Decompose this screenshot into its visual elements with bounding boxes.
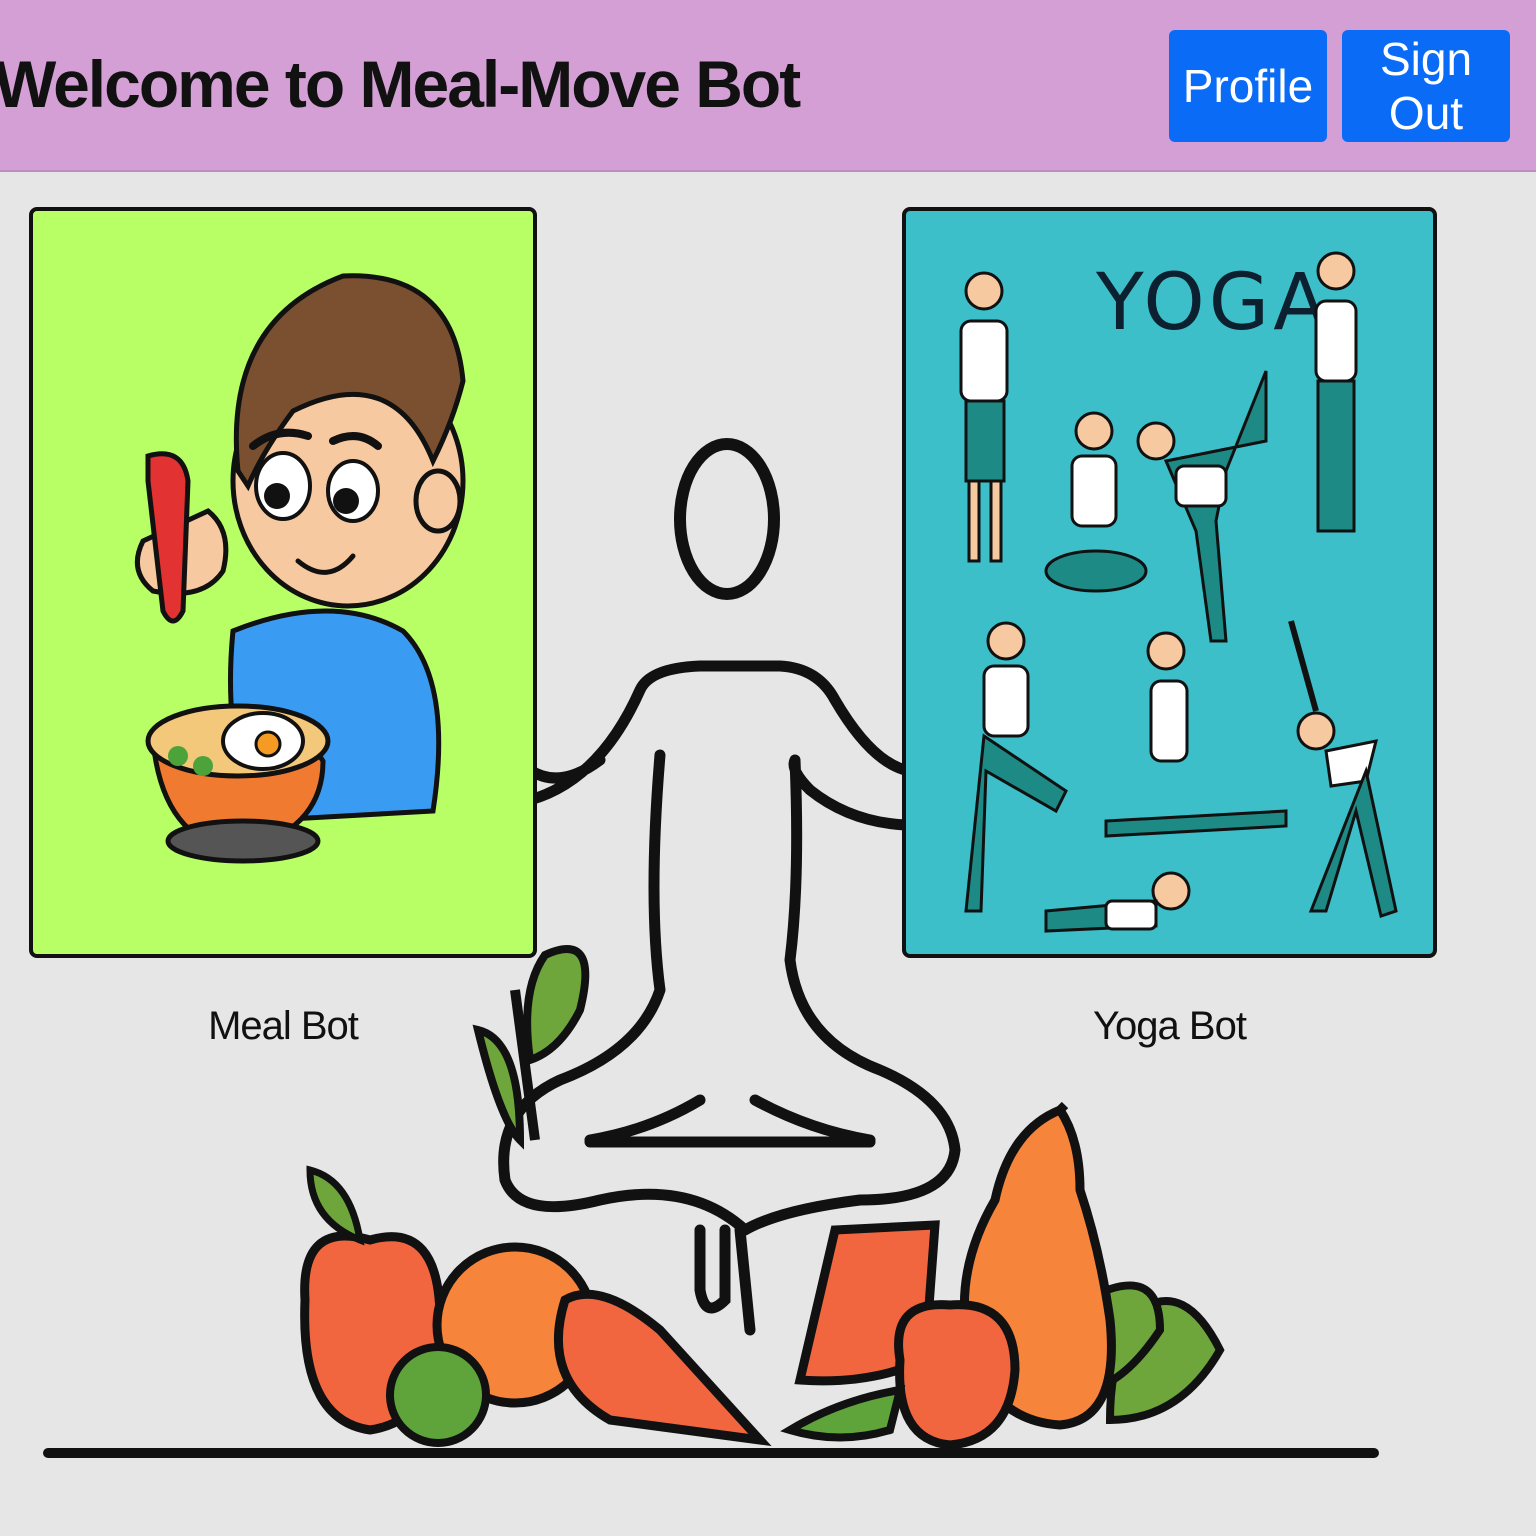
sign-out-button[interactable]: Sign Out (1342, 30, 1510, 142)
yoga-poses-illustration: YOGA (959, 251, 1398, 933)
yoga-image-text: YOGA (1095, 258, 1331, 348)
boy-cooking-illustration (134, 273, 466, 864)
page-title: Welcome to Meal-Move Bot (0, 47, 801, 121)
profile-button[interactable]: Profile (1169, 30, 1327, 142)
yoga-bot-label[interactable]: Yoga Bot (902, 1004, 1437, 1049)
meal-bot-label[interactable]: Meal Bot (29, 1004, 537, 1049)
meal-bot-card[interactable] (29, 207, 537, 958)
top-header: Welcome to Meal-Move Bot Profile Sign Ou… (0, 0, 1536, 172)
yoga-bot-card[interactable]: YOGA (902, 207, 1437, 958)
figure-head (674, 438, 780, 600)
